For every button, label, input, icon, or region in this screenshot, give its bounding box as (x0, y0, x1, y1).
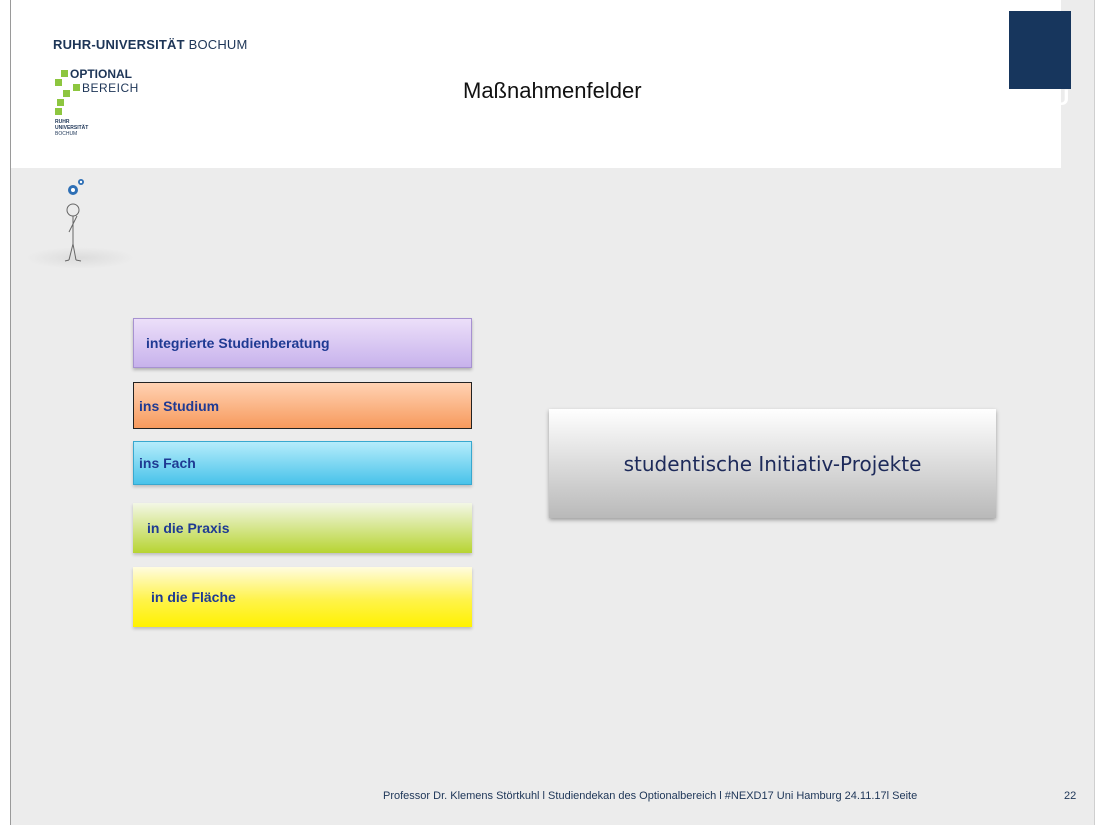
measure-box-studium: ins Studium (133, 382, 472, 429)
rub-badge-thin: B (1037, 85, 1053, 110)
logo-square (55, 79, 62, 86)
university-name: RUHR-UNIVERSITÄT BOCHUM (53, 37, 248, 52)
logo-square (73, 84, 80, 91)
logo-text-bereich: BEREICH (82, 81, 139, 95)
university-name-thin: BOCHUM (188, 37, 248, 52)
logo-small-bochum: BOCHUM (55, 131, 78, 137)
measure-box-praxis: in die Praxis (133, 503, 472, 553)
slide-title: Maßnahmenfelder (463, 78, 642, 103)
measure-box-flaeche: in die Fläche (133, 567, 472, 627)
page-number: 22 (1064, 790, 1077, 802)
slide-header: RUHR-UNIVERSITÄT BOCHUM OPTIONAL BEREICH… (11, 0, 1061, 168)
footer-text: Professor Dr. Klemens Störtkuhl l Studie… (383, 790, 918, 802)
optional-bereich-logo: OPTIONAL BEREICH RUHR UNIVERSITÄT BOCHUM (53, 66, 173, 156)
logo-square (63, 90, 70, 97)
thinking-figure-illustration (25, 172, 135, 272)
rub-badge: RU B (1009, 11, 1071, 110)
university-name-bold: RUHR-UNIVERSITÄT (53, 37, 185, 52)
initiative-projects-box: studentische Initiativ-Projekte (549, 409, 996, 518)
measure-box-studienberatung: integrierte Studienberatung (133, 318, 472, 368)
measure-box-fach: ins Fach (133, 441, 472, 485)
slide: RUHR-UNIVERSITÄT BOCHUM OPTIONAL BEREICH… (10, 0, 1095, 825)
logo-square (57, 99, 64, 106)
thinking-figure-icon (64, 179, 84, 262)
logo-square (61, 70, 68, 77)
logo-text-optional: OPTIONAL (70, 67, 132, 81)
logo-square (55, 108, 62, 115)
